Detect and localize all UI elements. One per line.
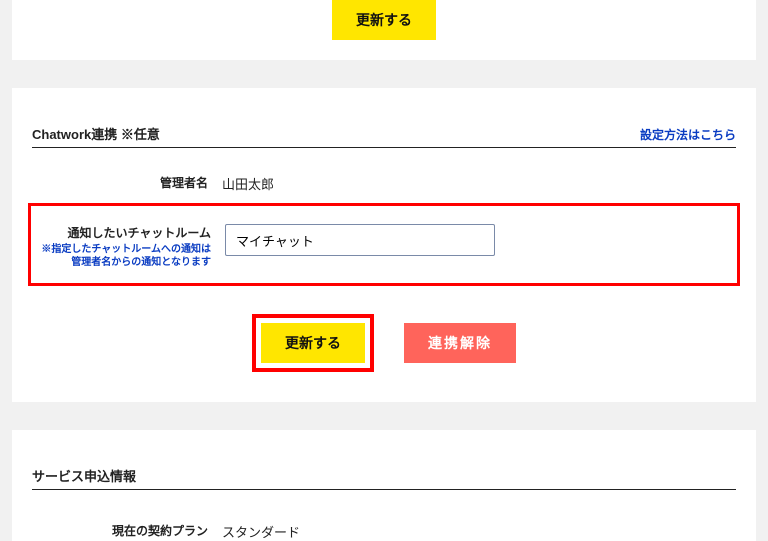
service-section-title: サービス申込情報 xyxy=(32,466,136,485)
chatroom-highlight: 通知したいチャットルーム ※指定したチャットルームへの通知は管理者名からの通知と… xyxy=(28,203,740,286)
plan-value: スタンダード xyxy=(222,518,736,541)
top-panel-slice: 更新する xyxy=(12,0,756,60)
chatwork-fields: 管理者名 山田太郎 通知したいチャットルーム ※指定したチャットルームへの通知は… xyxy=(32,148,736,298)
chatwork-panel: Chatwork連携 ※任意 設定方法はこちら 管理者名 山田太郎 通知したいチ… xyxy=(12,88,756,402)
chatwork-section-title: Chatwork連携 ※任意 xyxy=(32,124,160,143)
chatwork-help-link[interactable]: 設定方法はこちら xyxy=(640,126,736,143)
admin-value: 山田太郎 xyxy=(222,170,736,193)
chatroom-row: 通知したいチャットルーム ※指定したチャットルームへの通知は管理者名からの通知と… xyxy=(35,214,733,275)
plan-label: 現在の契約プラン xyxy=(32,522,208,539)
chatwork-button-row: 更新する 連携解除 xyxy=(32,298,736,402)
update-button-highlight: 更新する xyxy=(252,314,374,372)
chatwork-unlink-button[interactable]: 連携解除 xyxy=(404,323,516,363)
chatwork-section-header: Chatwork連携 ※任意 設定方法はこちら xyxy=(32,88,736,148)
admin-row: 管理者名 山田太郎 xyxy=(32,164,736,199)
chatwork-update-button[interactable]: 更新する xyxy=(261,323,365,363)
service-section-header: サービス申込情報 xyxy=(32,430,736,490)
chatroom-note: ※指定したチャットルームへの通知は管理者名からの通知となります xyxy=(35,243,211,269)
admin-label: 管理者名 xyxy=(32,174,208,191)
chatroom-label: 通知したいチャットルーム xyxy=(35,224,211,241)
plan-row: 現在の契約プラン スタンダード xyxy=(32,490,736,541)
update-button-top[interactable]: 更新する xyxy=(332,0,436,40)
service-panel: サービス申込情報 現在の契約プラン スタンダード xyxy=(12,430,756,541)
chatroom-input[interactable] xyxy=(225,224,495,256)
